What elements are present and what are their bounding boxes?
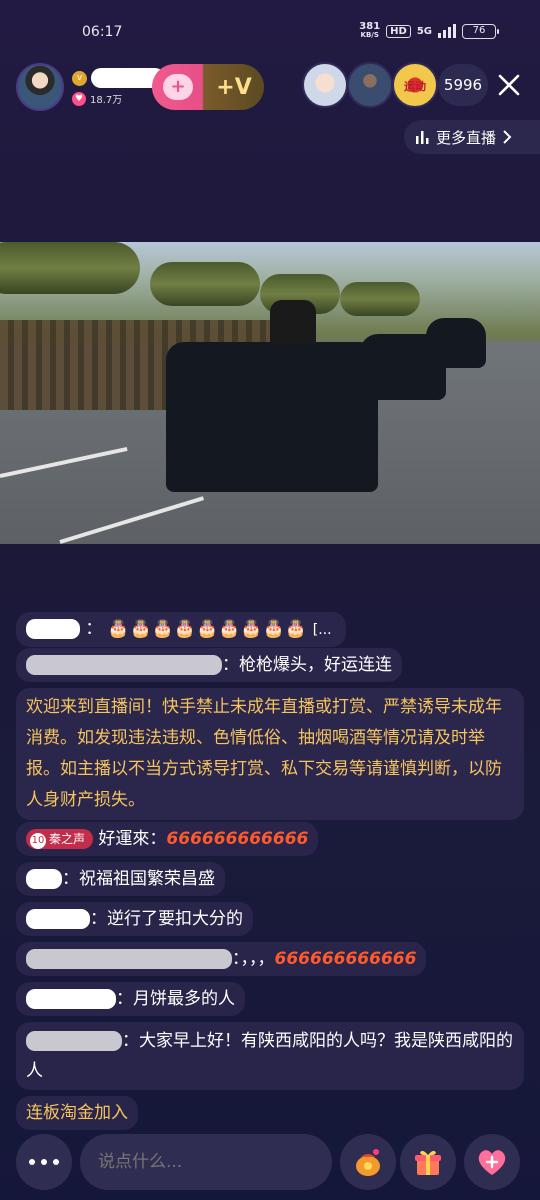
bottom-bar — [0, 1134, 540, 1190]
more-live-button[interactable]: 更多直播 — [404, 120, 540, 154]
chat-text: ：逆行了要扣大分的 — [90, 909, 243, 929]
chat-row: ：枪枪爆头，好运连连 — [16, 648, 530, 688]
close-icon — [498, 74, 520, 96]
chat-message: ： 🎂🎂🎂🎂🎂🎂🎂🎂🎂 [... — [16, 612, 346, 647]
chat-message: ：逆行了要扣大分的 — [16, 902, 253, 936]
six-emoji-icon: 666666666666 — [166, 829, 309, 849]
like-button[interactable] — [464, 1134, 520, 1190]
chat-text: ：，，， — [232, 949, 275, 969]
chat-row: 连板淘金加入 — [16, 1096, 530, 1136]
chat-user-redacted — [26, 989, 116, 1009]
follow-group: + +V — [152, 64, 264, 110]
chat-message: ：祝福祖国繁荣昌盛 — [16, 862, 225, 896]
more-button[interactable] — [16, 1134, 72, 1190]
gift-button[interactable] — [400, 1134, 456, 1190]
chat-user-redacted — [26, 869, 62, 889]
live-video[interactable] — [0, 242, 540, 544]
network-speed-value: 381 — [359, 21, 381, 32]
system-notice: 欢迎来到直播间！快手禁止未成年直播或打赏、严禁诱导未成年消费。如发现违法违规、色… — [16, 688, 524, 820]
viewer-avatar[interactable]: 运动 — [392, 62, 438, 108]
host-avatar[interactable] — [16, 63, 64, 111]
bar-chart-icon — [416, 131, 429, 144]
chat-row: ：祝福祖国繁荣昌盛 — [16, 862, 530, 902]
chat-row: ：月饼最多的人 — [16, 982, 530, 1022]
chat-message: ：大家早上好！有陕西咸阳的人吗？我是陕西咸阳的人 — [16, 1022, 524, 1090]
network-type: 5G — [416, 25, 432, 37]
video-car-flag — [166, 342, 378, 492]
battery-icon: 76 — [462, 23, 499, 39]
heart-icon — [478, 1150, 506, 1175]
video-car-escort — [426, 318, 486, 368]
more-icon — [29, 1159, 59, 1165]
chat-user-redacted — [26, 619, 80, 639]
chat-text: ：祝福祖国繁荣昌盛 — [62, 869, 215, 889]
host-fans-count: 18.7万 — [90, 95, 123, 106]
chat-message: 10 秦之声 好運來：666666666666 — [16, 822, 319, 856]
comment-input[interactable] — [80, 1134, 332, 1190]
chat-message: ：，，，666666666666 — [16, 942, 427, 976]
lucky-bag-button[interactable] — [340, 1134, 396, 1190]
host-level-icon: v — [72, 70, 87, 86]
host-card[interactable]: v ♥ 18.7万 — [16, 62, 165, 112]
video-missile-truck — [0, 242, 140, 294]
status-bar: 06:17 381 KB/S HD 5G 76 — [0, 0, 540, 56]
chat-row: ：逆行了要扣大分的 — [16, 902, 530, 942]
chat-message: ：月饼最多的人 — [16, 982, 245, 1016]
chat-text: ：月饼最多的人 — [116, 989, 235, 1009]
network-speed: 381 KB/S — [359, 22, 380, 40]
chat-user-redacted — [26, 655, 222, 675]
chat-row: ：，，，666666666666 — [16, 942, 530, 982]
video-missile-truck — [150, 262, 260, 306]
fan-badge: 10 秦之声 — [26, 829, 94, 849]
fans-heart-icon: ♥ — [72, 91, 86, 106]
gift-icon — [415, 1150, 441, 1175]
status-time: 06:17 — [82, 24, 123, 40]
chat-message: ：枪枪爆头，好运连连 — [16, 648, 402, 682]
viewer-avatar-text: 运动 — [404, 80, 426, 93]
more-live-label: 更多直播 — [436, 128, 497, 147]
chat-message: 连板淘金加入 — [16, 1096, 138, 1130]
chat-row: ：大家早上好！有陕西咸阳的人吗？我是陕西咸阳的人 — [16, 1022, 530, 1094]
video-missile-truck — [340, 282, 420, 316]
viewer-avatar[interactable] — [302, 62, 348, 108]
chat-text: 好運來： — [98, 829, 167, 849]
follow-button[interactable]: + — [152, 64, 204, 110]
chat-row: ： 🎂🎂🎂🎂🎂🎂🎂🎂🎂 [... — [16, 612, 530, 647]
six-emoji-icon: 666666666666 — [274, 949, 417, 969]
chevron-right-icon — [503, 130, 512, 144]
hd-icon: HD — [386, 24, 411, 38]
network-speed-unit: KB/S — [360, 31, 379, 39]
lucky-bag-icon — [356, 1149, 380, 1176]
chat-text: 连板淘金加入 — [26, 1103, 128, 1123]
chat-user-redacted — [26, 909, 90, 929]
fire-emoji-icon: 🎂🎂🎂🎂🎂🎂🎂🎂🎂 — [107, 619, 308, 639]
chat-user-redacted — [26, 1031, 122, 1051]
viewer-avatar[interactable] — [347, 62, 393, 108]
fan-badge-level: 10 — [30, 833, 46, 849]
top-viewers: 运动 — [302, 62, 438, 108]
chat-text: [... — [312, 622, 332, 638]
follow-heart-icon: + — [163, 74, 193, 100]
chat-row: 10 秦之声 好運來：666666666666 — [16, 822, 530, 862]
close-button[interactable] — [490, 66, 528, 104]
chat-text: ：枪枪爆头，好运连连 — [222, 655, 392, 675]
video-person — [270, 300, 316, 344]
status-indicators: 381 KB/S HD 5G 76 — [359, 22, 499, 40]
chat-user-redacted — [26, 949, 232, 969]
viewer-count[interactable]: 5996 — [438, 64, 488, 106]
chat-list[interactable]: ： 🎂🎂🎂🎂🎂🎂🎂🎂🎂 [... ：枪枪爆头，好运连连 欢迎来到直播间！快手禁止… — [16, 612, 530, 1136]
signal-icon — [438, 24, 456, 38]
vip-button[interactable]: +V — [204, 64, 264, 110]
fan-badge-text: 秦之声 — [49, 832, 86, 846]
